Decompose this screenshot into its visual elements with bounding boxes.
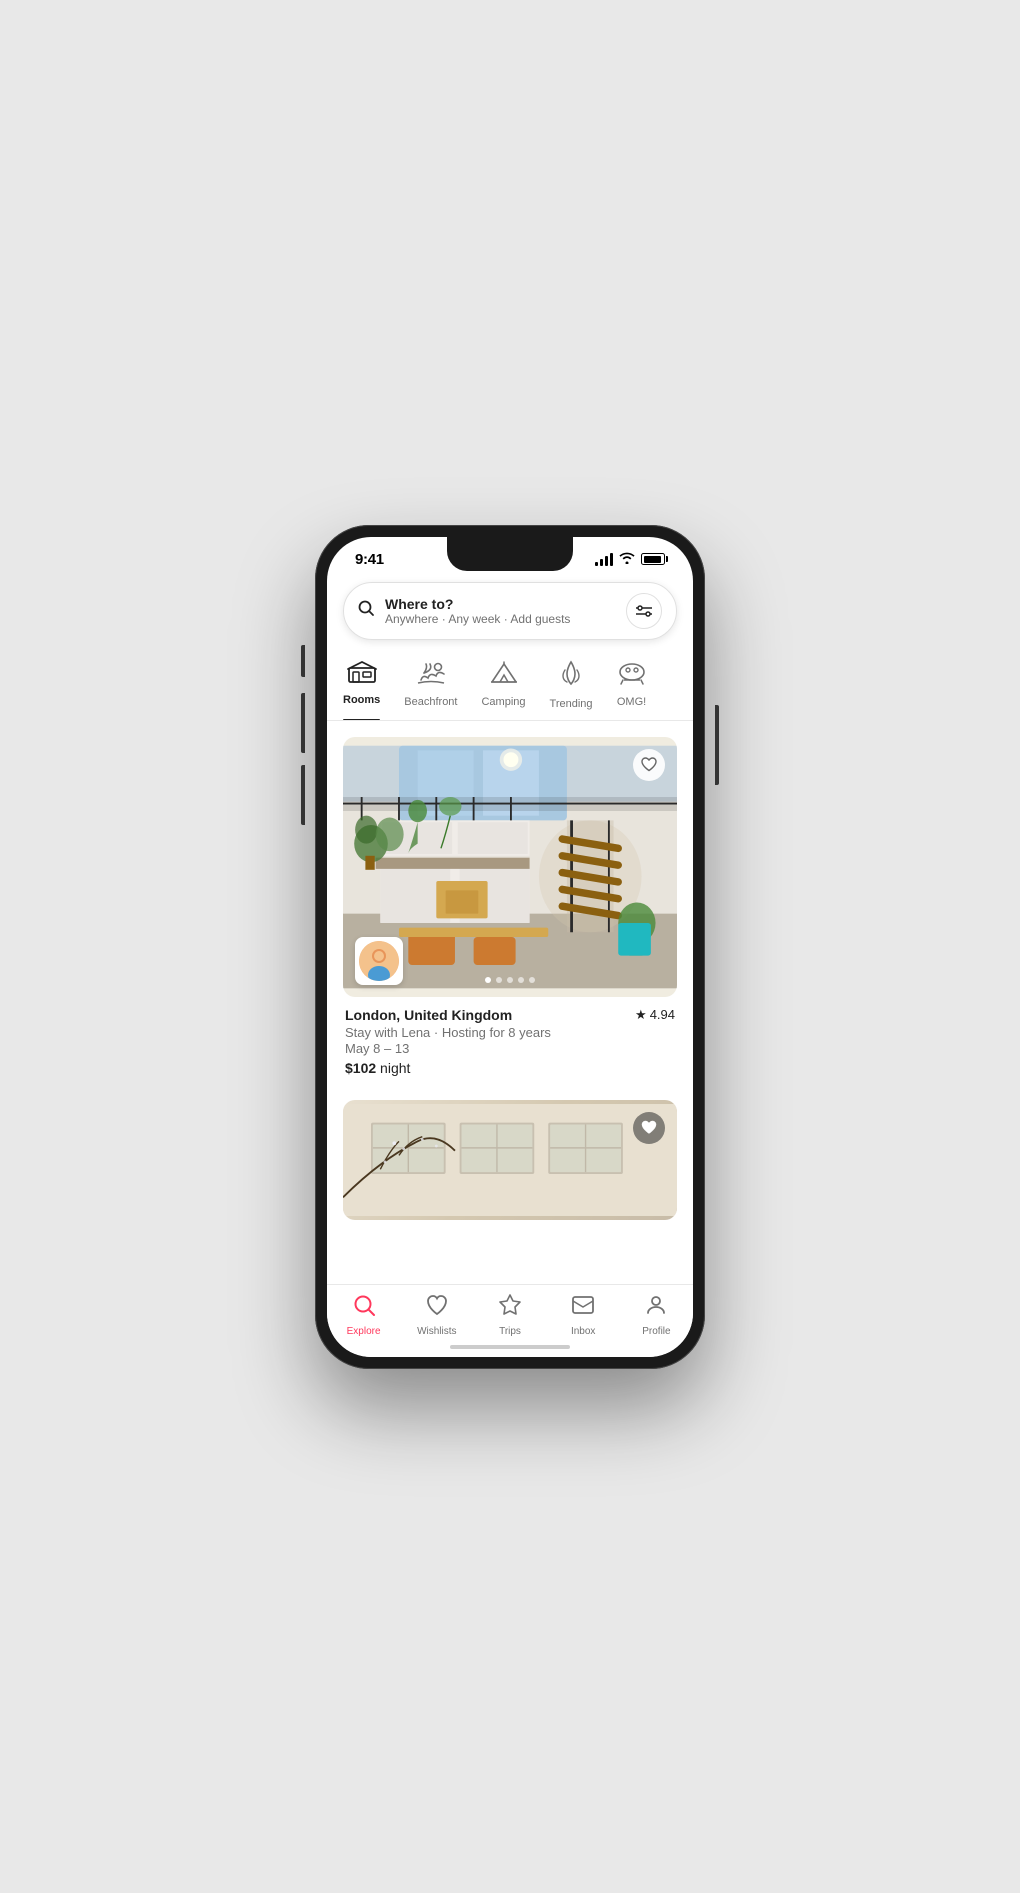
tab-camping-label: Camping bbox=[481, 696, 525, 708]
tab-trending-label: Trending bbox=[550, 698, 593, 710]
nav-inbox-label: Inbox bbox=[571, 1326, 595, 1337]
tab-camping[interactable]: Camping bbox=[481, 652, 525, 720]
profile-icon bbox=[644, 1293, 668, 1323]
rooms-icon bbox=[347, 660, 377, 688]
search-title: Where to? bbox=[385, 596, 616, 612]
category-tabs: Rooms Beachfront bbox=[327, 652, 693, 721]
nav-profile[interactable]: Profile bbox=[620, 1293, 693, 1337]
tab-omg[interactable]: OMG! bbox=[617, 652, 647, 720]
inbox-icon bbox=[571, 1293, 595, 1323]
volume-up-button bbox=[301, 693, 305, 753]
listing-image-2[interactable] bbox=[343, 1100, 677, 1220]
status-icons bbox=[595, 552, 665, 567]
nav-trips-label: Trips bbox=[499, 1326, 521, 1337]
listing-rating-1: ★ 4.94 bbox=[635, 1007, 675, 1023]
listing-location-1: London, United Kingdom bbox=[345, 1007, 512, 1023]
nav-profile-label: Profile bbox=[642, 1326, 670, 1337]
search-container: Where to? Anywhere · Any week · Add gues… bbox=[327, 574, 693, 652]
notch bbox=[447, 537, 573, 571]
listing-price-1: $102 night bbox=[345, 1060, 675, 1076]
tab-omg-label: OMG! bbox=[617, 696, 646, 708]
listing-info-1: London, United Kingdom ★ 4.94 Stay with … bbox=[343, 997, 677, 1076]
wifi-icon bbox=[619, 552, 635, 567]
battery-icon bbox=[641, 553, 665, 565]
signal-icon bbox=[595, 553, 613, 566]
filter-button[interactable] bbox=[626, 593, 662, 629]
status-time: 9:41 bbox=[355, 551, 384, 568]
camping-icon bbox=[490, 660, 518, 690]
tab-beachfront-label: Beachfront bbox=[404, 696, 457, 708]
beachfront-icon bbox=[416, 660, 446, 690]
volume-down-button bbox=[301, 765, 305, 825]
listings-scroll[interactable]: London, United Kingdom ★ 4.94 Stay with … bbox=[327, 721, 693, 1284]
wishlist-button-2[interactable] bbox=[633, 1112, 665, 1144]
nav-inbox[interactable]: Inbox bbox=[547, 1293, 620, 1337]
main-content: Where to? Anywhere · Any week · Add gues… bbox=[327, 574, 693, 1284]
nav-wishlists[interactable]: Wishlists bbox=[400, 1293, 473, 1337]
search-subtitle: Anywhere · Any week · Add guests bbox=[385, 612, 616, 626]
listing-card-1[interactable]: London, United Kingdom ★ 4.94 Stay with … bbox=[343, 737, 677, 1076]
tab-trending[interactable]: Trending bbox=[550, 652, 593, 720]
home-indicator bbox=[450, 1345, 570, 1349]
search-text: Where to? Anywhere · Any week · Add gues… bbox=[385, 596, 616, 626]
trending-icon bbox=[559, 660, 583, 692]
tab-rooms[interactable]: Rooms bbox=[343, 652, 380, 720]
host-avatar-1 bbox=[355, 937, 403, 985]
carousel-dots-1 bbox=[485, 977, 535, 983]
wishlist-button-1[interactable] bbox=[633, 749, 665, 781]
search-icon bbox=[358, 600, 375, 622]
listing-card-2[interactable] bbox=[343, 1100, 677, 1220]
search-bar[interactable]: Where to? Anywhere · Any week · Add gues… bbox=[343, 582, 677, 640]
explore-icon bbox=[352, 1293, 376, 1323]
power-button bbox=[715, 705, 719, 785]
listing-image-1[interactable] bbox=[343, 737, 677, 997]
phone-frame: 9:41 bbox=[315, 525, 705, 1369]
tab-rooms-label: Rooms bbox=[343, 694, 380, 706]
nav-explore-label: Explore bbox=[347, 1326, 381, 1337]
tab-beachfront[interactable]: Beachfront bbox=[404, 652, 457, 720]
trips-icon bbox=[498, 1293, 522, 1323]
nav-wishlists-label: Wishlists bbox=[417, 1326, 456, 1337]
omg-icon bbox=[617, 660, 647, 690]
mute-button bbox=[301, 645, 305, 677]
nav-trips[interactable]: Trips bbox=[473, 1293, 546, 1337]
nav-explore[interactable]: Explore bbox=[327, 1293, 400, 1337]
listing-sub-1: Stay with Lena · Hosting for 8 years bbox=[345, 1025, 675, 1040]
wishlists-icon bbox=[425, 1293, 449, 1323]
listing-dates-1: May 8 – 13 bbox=[345, 1041, 675, 1056]
phone-screen: 9:41 bbox=[327, 537, 693, 1357]
